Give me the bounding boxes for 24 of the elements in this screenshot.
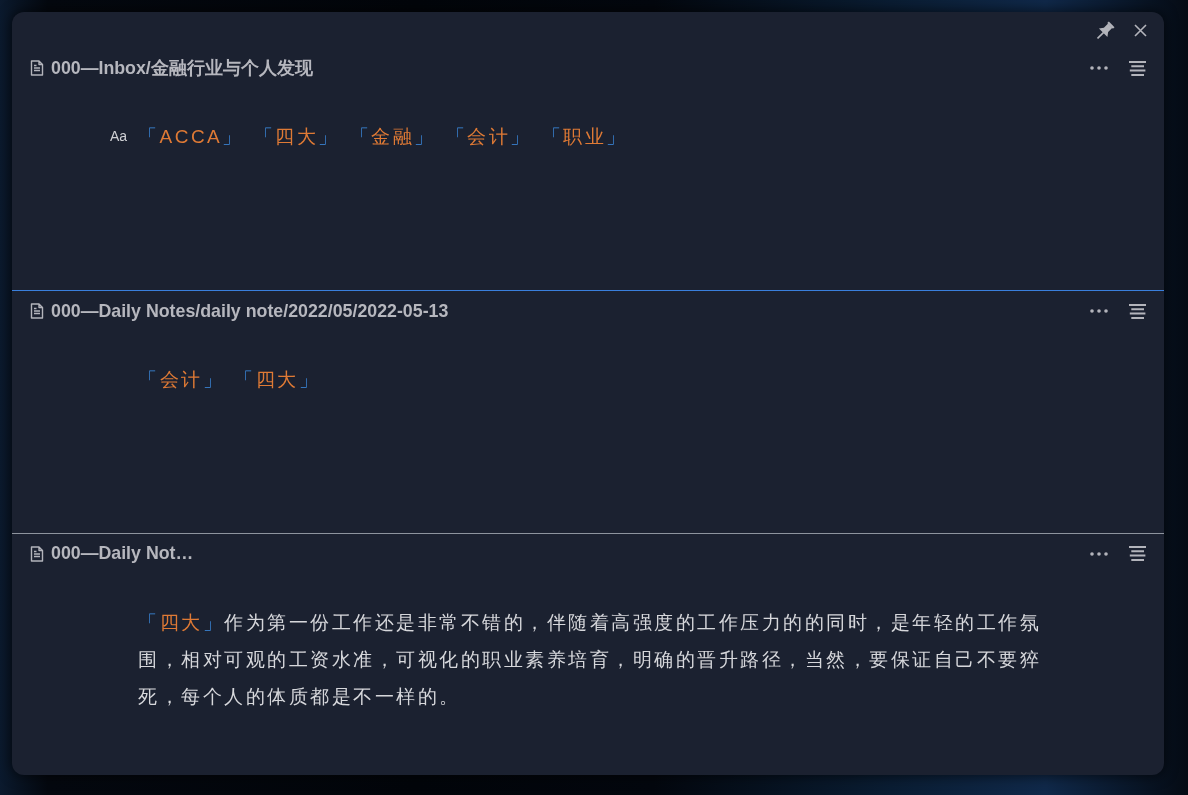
keyword-link[interactable]: 「四大」 — [234, 361, 320, 399]
keyword-link[interactable]: 「四大」 — [253, 118, 340, 155]
keyword-link[interactable]: 「四大」 — [138, 610, 224, 633]
file-icon — [30, 60, 44, 76]
align-center-icon[interactable] — [1129, 303, 1146, 319]
align-center-icon[interactable] — [1129, 546, 1146, 562]
keyword-link[interactable]: 「职业」 — [541, 118, 628, 155]
prefix-label: Aa — [110, 127, 129, 146]
note-paragraph: 「四大」作为第一份工作还是非常不错的，伴随着高强度的工作压力的的同时，是年轻的工作氛围，相对可观的工资水准，可视化的职业素养培育，明确的晋升路径，当然，要保证自己不要猝死，每个人的体质都是不一样的。 — [138, 609, 1042, 709]
file-icon — [30, 545, 44, 562]
more-icon[interactable] — [1090, 551, 1108, 556]
keyword-link[interactable]: 「金融」 — [349, 118, 436, 155]
note-title[interactable]: 000—Daily Notes/daily note/2022/05/2022-05-13 — [51, 300, 449, 322]
more-icon[interactable] — [1090, 309, 1108, 314]
more-icon[interactable] — [1090, 66, 1108, 70]
note-title[interactable]: 000—Inbox/金融行业与个人发现 — [51, 56, 313, 80]
note-title[interactable]: 000—Daily Not… — [51, 543, 194, 565]
pin-icon[interactable] — [1097, 21, 1115, 39]
close-icon[interactable] — [1134, 23, 1147, 37]
keyword-link[interactable]: 「ACCA」 — [138, 118, 244, 155]
file-icon — [30, 303, 44, 320]
keyword-link[interactable]: 「会计」 — [445, 118, 532, 155]
keyword-link[interactable]: 「会计」 — [138, 361, 224, 399]
align-center-icon[interactable] — [1129, 60, 1146, 76]
